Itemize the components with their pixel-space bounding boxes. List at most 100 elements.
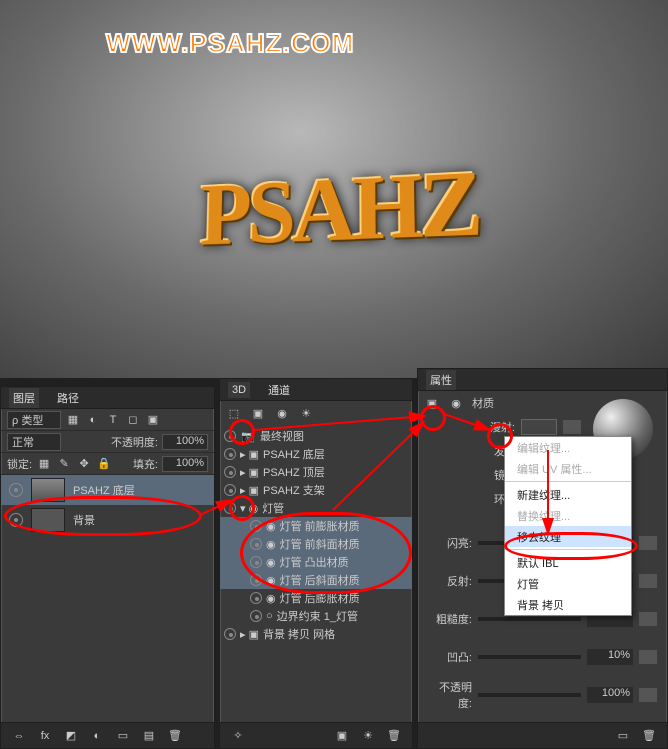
- eye-icon[interactable]: [250, 538, 262, 550]
- 3d-item-constraint[interactable]: ○边界约束 1_灯管: [220, 607, 412, 625]
- 3d-panel-header: 3D 通道: [220, 379, 412, 401]
- filter-light-icon[interactable]: ☀: [298, 405, 314, 421]
- eye-icon[interactable]: [224, 502, 236, 514]
- opacity-texture-button[interactable]: [639, 688, 657, 702]
- eye-icon[interactable]: [224, 466, 236, 478]
- opacity-slider[interactable]: [478, 693, 581, 697]
- new-light-icon[interactable]: ☀: [360, 728, 376, 744]
- item-label: 灯管 后膨胀材质: [280, 590, 360, 606]
- lock-label: 锁定:: [7, 456, 32, 472]
- tab-channels[interactable]: 通道: [264, 380, 294, 400]
- filter-pixel-icon[interactable]: ▦: [65, 412, 81, 428]
- 3d-item[interactable]: ▸ ▣PSAHZ 底层: [220, 445, 412, 463]
- item-label: 灯管 凸出材质: [280, 554, 349, 570]
- eye-icon[interactable]: [250, 592, 262, 604]
- 3d-item-material[interactable]: ◉灯管 后斜面材质: [220, 571, 412, 589]
- eye-icon[interactable]: [224, 430, 236, 442]
- new-layer-icon[interactable]: ▤: [141, 728, 157, 744]
- 3d-item-material[interactable]: ◉灯管 前膨胀材质: [220, 517, 412, 535]
- trash-icon[interactable]: 🗑: [641, 728, 657, 744]
- item-label: PSAHZ 底层: [263, 446, 325, 462]
- 3d-item-material[interactable]: ◉灯管 凸出材质: [220, 553, 412, 571]
- eye-icon[interactable]: [250, 520, 262, 532]
- group-icon[interactable]: ▭: [115, 728, 131, 744]
- material-ball-icon[interactable]: ◉: [448, 395, 464, 411]
- render-icon[interactable]: ▣: [334, 728, 350, 744]
- lock-paint-icon[interactable]: ✎: [56, 456, 72, 472]
- eye-icon[interactable]: [224, 448, 236, 460]
- tab-paths[interactable]: 路径: [53, 388, 83, 408]
- item-label: 边界约束 1_灯管: [277, 608, 358, 624]
- bump-label: 凹凸:: [428, 649, 472, 665]
- menu-edit-uv[interactable]: 编辑 UV 属性...: [505, 458, 631, 479]
- 3d-scene-list: 📷最终视图 ▸ ▣PSAHZ 底层 ▸ ▣PSAHZ 顶层 ▸ ▣PSAHZ 支…: [220, 425, 412, 645]
- lock-move-icon[interactable]: ✥: [76, 456, 92, 472]
- eye-icon[interactable]: [250, 610, 262, 622]
- folder-icon[interactable]: ▭: [615, 728, 631, 744]
- 3d-item-scene[interactable]: 📷最终视图: [220, 427, 412, 445]
- menu-replace-texture[interactable]: 替换纹理...: [505, 505, 631, 526]
- filter-material-icon[interactable]: ◉: [274, 405, 290, 421]
- blend-mode-select[interactable]: 正常: [7, 433, 61, 451]
- menu-default-ibl[interactable]: 默认 IBL: [505, 552, 631, 573]
- visibility-toggle[interactable]: [9, 513, 23, 527]
- menu-lamp[interactable]: 灯管: [505, 573, 631, 594]
- reflect-texture-button[interactable]: [639, 574, 657, 588]
- adjustment-icon[interactable]: ◐: [89, 728, 105, 744]
- menu-remove-texture[interactable]: 移去纹理: [505, 526, 631, 547]
- tab-properties[interactable]: 属性: [426, 370, 456, 390]
- lock-all-icon[interactable]: 🔒: [96, 456, 112, 472]
- layer-item-psahz[interactable]: PSAHZ 底层: [1, 475, 214, 505]
- filter-mesh-icon[interactable]: ▣: [250, 405, 266, 421]
- eye-icon[interactable]: [250, 574, 262, 586]
- link-icon[interactable]: ⇔: [11, 728, 27, 744]
- lock-transparent-icon[interactable]: ▦: [36, 456, 52, 472]
- 3d-item-material[interactable]: ◉灯管 前斜面材质: [220, 535, 412, 553]
- layer-filter-type[interactable]: ρ 类型: [7, 411, 61, 429]
- menu-edit-texture[interactable]: 编辑纹理...: [505, 437, 631, 458]
- trash-icon[interactable]: 🗑: [386, 728, 402, 744]
- rough-texture-button[interactable]: [639, 612, 657, 626]
- opacity-value[interactable]: 100%: [162, 434, 208, 450]
- menu-bg-copy[interactable]: 背景 拷贝: [505, 594, 631, 615]
- material-mode-icon[interactable]: ▣: [424, 395, 440, 411]
- layer-item-background[interactable]: 背景: [1, 505, 214, 535]
- diffuse-swatch[interactable]: [521, 419, 557, 435]
- tab-layers[interactable]: 图层: [9, 388, 39, 408]
- axis-icon[interactable]: ✧: [230, 728, 246, 744]
- 3d-item-lamp[interactable]: ▾ ◉灯管: [220, 499, 412, 517]
- 3d-item[interactable]: ▸ ▣背景 拷贝 网格: [220, 625, 412, 643]
- filter-smart-icon[interactable]: ▣: [145, 412, 161, 428]
- layer-name: PSAHZ 底层: [73, 482, 135, 498]
- bump-slider[interactable]: [478, 655, 581, 659]
- eye-icon[interactable]: [250, 556, 262, 568]
- diffuse-texture-button[interactable]: [563, 420, 581, 434]
- mask-icon[interactable]: ◩: [63, 728, 79, 744]
- opacity-label: 不透明度:: [428, 679, 472, 711]
- bump-texture-button[interactable]: [639, 650, 657, 664]
- layers-panel-header: 图层 路径: [1, 387, 214, 409]
- bump-value[interactable]: 10%: [587, 649, 633, 665]
- rough-slider[interactable]: [478, 617, 581, 621]
- shine-texture-button[interactable]: [639, 536, 657, 550]
- watermark-text: WWW.PSAHZ.COM: [106, 28, 354, 59]
- 3d-item[interactable]: ▸ ▣PSAHZ 支架: [220, 481, 412, 499]
- trash-icon[interactable]: 🗑: [167, 728, 183, 744]
- fx-icon[interactable]: fx: [37, 728, 53, 744]
- reflect-label: 反射:: [428, 573, 472, 589]
- filter-type-icon[interactable]: T: [105, 412, 121, 428]
- fill-value[interactable]: 100%: [162, 456, 208, 472]
- 3d-item[interactable]: ▸ ▣PSAHZ 顶层: [220, 463, 412, 481]
- menu-new-texture[interactable]: 新建纹理...: [505, 484, 631, 505]
- item-label: 背景 拷贝 网格: [263, 626, 335, 642]
- eye-icon[interactable]: [224, 628, 236, 640]
- eye-icon[interactable]: [224, 484, 236, 496]
- tab-3d[interactable]: 3D: [228, 382, 250, 398]
- bump-row: 凹凸: 10%: [418, 645, 667, 669]
- 3d-item-material[interactable]: ◉灯管 后膨胀材质: [220, 589, 412, 607]
- filter-shape-icon[interactable]: ◻: [125, 412, 141, 428]
- filter-scene-icon[interactable]: ⬚: [226, 405, 242, 421]
- visibility-toggle[interactable]: [9, 483, 23, 497]
- filter-adjust-icon[interactable]: ◐: [85, 412, 101, 428]
- opacity-value[interactable]: 100%: [587, 687, 633, 703]
